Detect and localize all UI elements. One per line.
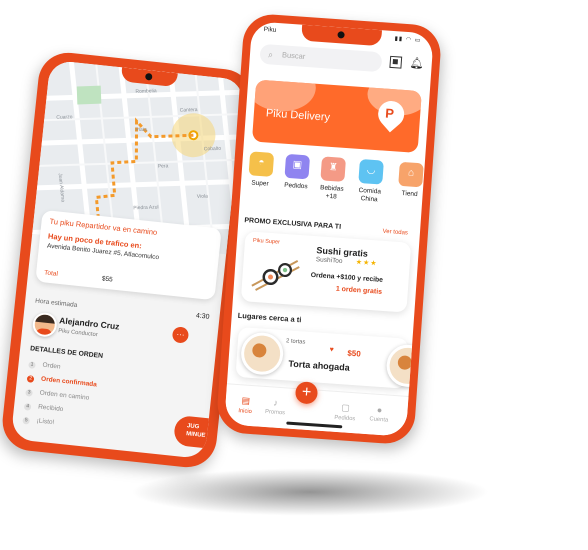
camera-dot [337,31,345,39]
search-placeholder: Buscar [281,50,306,61]
promo-reward: 1 orden gratis [335,285,383,296]
add-fab-button[interactable]: + [294,381,319,405]
promo-banner[interactable]: Piku Delivery [251,79,422,153]
user-icon: ● [376,404,383,416]
food-image [239,331,285,377]
promo-condition: Ordena +$100 y recibe [310,271,384,284]
street-label: Pera [158,163,169,169]
order-step: 5 ¡Listo! [22,415,55,429]
banner-title: Piku Delivery [265,107,331,124]
street-label: Plata [135,127,147,133]
tracking-screen: Rombelia Cantera Plata Cobalto Pera Pied… [10,59,245,460]
chat-icon: ··· [176,329,185,340]
total-value: $55 [101,275,114,284]
home-indicator [286,421,343,429]
basket-icon: ◓ [248,151,275,177]
street-label: Cobalto [204,146,222,153]
category-label: Tiend [401,189,418,199]
step-number: 3 [25,389,33,397]
nearby-section-title: Lugares cerca a ti [237,310,302,325]
category-label: Bebidas +18 [319,184,344,201]
order-step: 4 Recibido [23,401,64,415]
tab-inicio[interactable]: ▤ Inicio [229,395,262,416]
see-all-link[interactable]: Ver todas [382,229,408,237]
tab-promos[interactable]: ♪ Promos [259,397,292,417]
home-store-icon: ▤ [241,395,251,406]
category-tienda[interactable]: ⌂ Tiend [394,161,426,200]
search-input[interactable]: ⌕ Buscar [259,43,383,73]
home-screen: Piku ▮▮ ◠ ▭ ⌕ Buscar 🔔︎ Piku Delivery ◓ … [224,21,434,437]
step-number: 1 [28,361,36,369]
category-pedidos[interactable]: ▣ Pedidos [281,153,313,192]
total-row: Total $55 [44,269,208,293]
home-phone: Piku ▮▮ ◠ ▭ ⌕ Buscar 🔔︎ Piku Delivery ◓ … [215,12,443,446]
order-details-title: DETALLES DE ORDEN [29,345,104,360]
promo-card[interactable]: Piku Super Sushi gratis SushiToo ★★★ Ord… [240,231,412,313]
step-label: Orden confirmada [40,375,98,389]
tab-label: Promos [264,408,286,417]
food-image [385,343,431,389]
promo-section-title: PROMO EXCLUSIVA PARA TI [244,217,342,231]
order-step: 3 Orden en camino [25,387,90,402]
step-number: 2 [26,375,35,383]
street-label: Rombelia [135,88,157,95]
category-bebidas[interactable]: ♜ Bebidas +18 [316,156,349,202]
tab-pedidos[interactable]: ▢ Pedidos [329,401,362,422]
street-label: Viola [197,194,208,200]
street-label: Cuarzo [56,114,73,121]
eta-label: Hora estimada [34,297,78,309]
bowl-icon: ◡ [358,158,384,185]
bottle-icon: ♜ [320,156,346,182]
chat-button[interactable]: ··· [171,326,190,344]
tab-cuenta[interactable]: ● Cuenta [363,404,396,424]
avatar [31,311,58,338]
step-label: ¡Listo! [36,417,55,427]
promo-store: SushiToo [315,256,343,266]
bell-icon[interactable]: 🔔︎ [409,56,424,70]
category-label: Pedidos [283,181,308,191]
step-label: Recibido [37,403,64,414]
street-label: Cantera [180,107,198,114]
bag-icon: ▢ [340,402,351,413]
tab-label: Pedidos [334,414,356,423]
promo-tag: Piku Super [252,237,281,246]
qr-code-icon[interactable] [389,55,403,69]
item-name: Torta ahogada [288,358,351,373]
sushi-image [251,260,300,291]
signal-battery-icon: ▮▮ ◠ ▭ [394,36,422,44]
box-icon: ▣ [284,153,311,180]
camera-dot [144,72,153,81]
total-label: Total [43,269,59,278]
status-bar-app: Piku [263,25,277,34]
tab-label: Cuenta [369,416,389,424]
store-icon: ⌂ [398,161,424,188]
item-quantity: 2 tortas [285,338,306,346]
driver-role: Piku Conductor [57,328,98,339]
order-step: 1 Orden [28,359,61,373]
category-label: Super [251,179,269,188]
order-steps: 1 Orden 2 Orden confirmada 3 Orden en ca… [22,359,97,429]
nearby-place-card[interactable]: 2 tortas ♥ $50 Torta ahogada [235,326,431,389]
search-icon: ⌕ [267,49,274,60]
step-label: Orden en camino [39,389,90,402]
category-label: Comida China [358,186,382,204]
order-step-active: 2 Orden confirmada [26,373,97,388]
eta-value: 4:30 [195,312,210,321]
drop-shadow [130,468,490,516]
bell-icon: ♪ [273,397,279,408]
heart-icon[interactable]: ♥ [329,346,334,353]
item-price: $50 [347,348,362,359]
rating-stars: ★★★ [355,258,378,268]
step-number: 5 [22,416,30,425]
tab-label: Inicio [238,408,253,416]
step-number: 4 [23,403,32,411]
step-label: Orden [42,361,61,371]
category-row: ◓ Super ▣ Pedidos ♜ Bebidas +18 ◡ Comida… [243,151,434,224]
cta-line: MINUE [185,431,206,440]
street-label: Piedra Azul [133,204,158,211]
category-super[interactable]: ◓ Super [245,151,277,189]
category-comida-china[interactable]: ◡ Comida China [354,158,387,205]
